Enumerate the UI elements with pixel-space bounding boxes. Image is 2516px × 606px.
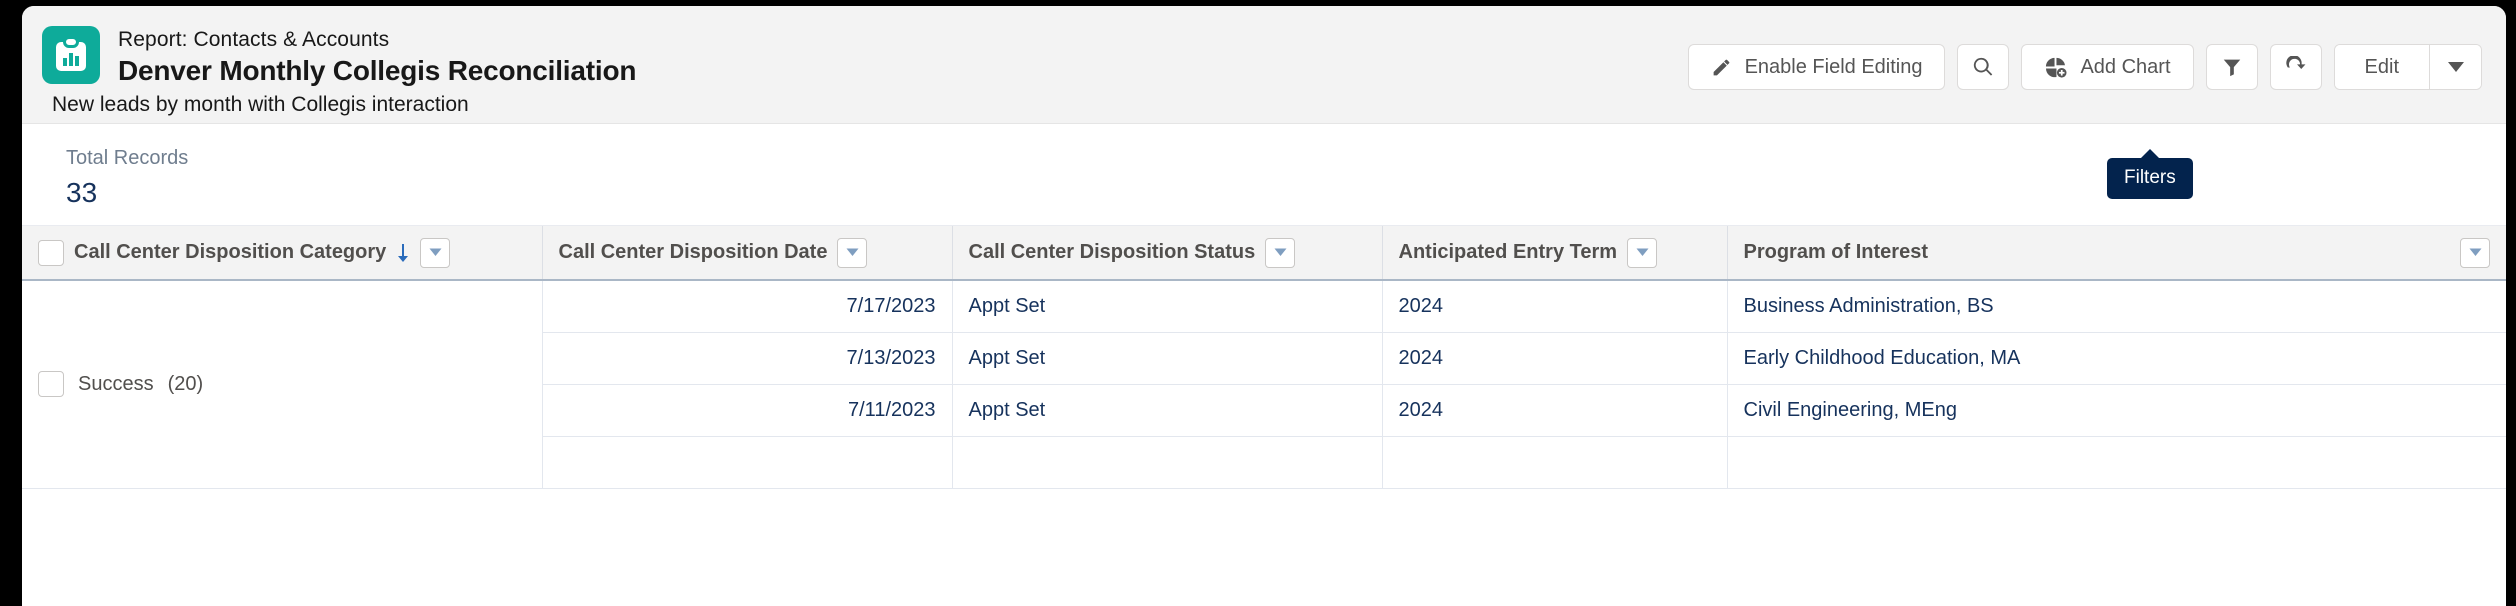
- select-all-checkbox[interactable]: [38, 239, 64, 266]
- cell-entry-term: 2024: [1382, 332, 1728, 385]
- filters-button[interactable]: [2205, 44, 2258, 90]
- edit-button-group: Edit: [2333, 44, 2482, 90]
- add-chart-button[interactable]: Add Chart: [2021, 44, 2194, 90]
- report-table-container: Call Center Disposition Category Call Ce…: [22, 226, 2506, 489]
- report-title-block: Report: Contacts & Accounts Denver Month…: [118, 26, 636, 88]
- report-header-left: Report: Contacts & Accounts Denver Month…: [42, 22, 636, 88]
- pencil-icon: [1711, 57, 1732, 78]
- column-header-call-center-disposition-category[interactable]: Call Center Disposition Category: [22, 226, 543, 281]
- chart-add-icon: [2044, 56, 2067, 79]
- column-header-label: Call Center Disposition Status: [968, 241, 1256, 263]
- column-header-label: Call Center Disposition Category: [74, 241, 387, 263]
- cell-disposition-date: 7/11/2023: [542, 384, 953, 437]
- cell-program-of-interest: Early Childhood Education, MA: [1727, 332, 2506, 385]
- table-header-row: Call Center Disposition Category Call Ce…: [22, 226, 2506, 281]
- cell-disposition-date: 7/17/2023: [542, 280, 953, 333]
- column-header-call-center-disposition-date[interactable]: Call Center Disposition Date: [542, 226, 953, 281]
- search-icon: [1972, 56, 1994, 78]
- column-header-program-of-interest[interactable]: Program of Interest: [1727, 226, 2506, 281]
- enable-field-editing-button[interactable]: Enable Field Editing: [1687, 44, 1946, 90]
- column-header-label: Anticipated Entry Term: [1398, 241, 1618, 263]
- cell-program-of-interest: Civil Engineering, MEng: [1727, 384, 2506, 437]
- page-title: Denver Monthly Collegis Reconciliation: [118, 55, 637, 86]
- report-type-label: Report: Contacts & Accounts: [118, 28, 390, 51]
- edit-button[interactable]: Edit: [2334, 45, 2429, 89]
- group-row-success[interactable]: Success (20): [22, 280, 543, 489]
- cell-disposition-status: Appt Set: [952, 280, 1383, 333]
- column-menu-button[interactable]: [420, 237, 451, 268]
- report-description: New leads by month with Collegis interac…: [52, 93, 469, 116]
- column-menu-button[interactable]: [2460, 237, 2490, 268]
- cell-disposition-status: [952, 436, 1383, 489]
- cell-disposition-status: Appt Set: [952, 384, 1383, 437]
- edit-dropdown-button[interactable]: [2429, 45, 2481, 89]
- add-chart-label: Add Chart: [2080, 55, 2171, 78]
- group-label: Success: [78, 372, 154, 395]
- column-menu-button[interactable]: [1265, 237, 1296, 268]
- column-header-call-center-disposition-status[interactable]: Call Center Disposition Status: [952, 226, 1383, 281]
- report-toolbar: Enable Field Editing Add Chart Edit: [1687, 44, 2482, 90]
- cell-entry-term: 2024: [1382, 384, 1728, 437]
- filters-tooltip: Filters: [2107, 149, 2193, 199]
- enable-field-editing-label: Enable Field Editing: [1744, 55, 1923, 78]
- cell-entry-term: [1382, 436, 1728, 489]
- table-row: Success (20) 7/17/2023 Appt Set 2024 Bus…: [22, 280, 2506, 489]
- column-menu-button[interactable]: [1627, 237, 1658, 268]
- refresh-icon: [2284, 55, 2307, 79]
- sort-descending-icon[interactable]: [396, 243, 410, 262]
- search-button[interactable]: [1957, 44, 2010, 90]
- report-table: Call Center Disposition Category Call Ce…: [22, 226, 2506, 489]
- column-header-label: Call Center Disposition Date: [558, 241, 828, 263]
- group-select-checkbox[interactable]: [38, 371, 64, 398]
- cell-disposition-status: Appt Set: [952, 332, 1383, 385]
- column-header-label: Program of Interest: [1743, 241, 1928, 263]
- cell-entry-term: 2024: [1382, 280, 1728, 333]
- report-clipboard-chart-icon: [42, 26, 100, 84]
- report-page: Report: Contacts & Accounts Denver Month…: [22, 6, 2506, 606]
- cell-program-of-interest: Business Administration, BS: [1727, 280, 2506, 333]
- cell-disposition-date: 7/13/2023: [542, 332, 953, 385]
- refresh-button[interactable]: [2269, 44, 2322, 90]
- column-header-anticipated-entry-term[interactable]: Anticipated Entry Term: [1382, 226, 1728, 281]
- column-menu-button[interactable]: [837, 237, 868, 268]
- cell-program-of-interest: [1727, 436, 2506, 489]
- cell-disposition-date: [542, 436, 953, 489]
- funnel-icon: [2221, 56, 2243, 78]
- report-header: Report: Contacts & Accounts Denver Month…: [22, 6, 2506, 124]
- group-count: (20): [167, 372, 204, 395]
- chevron-down-icon: [2447, 61, 2465, 73]
